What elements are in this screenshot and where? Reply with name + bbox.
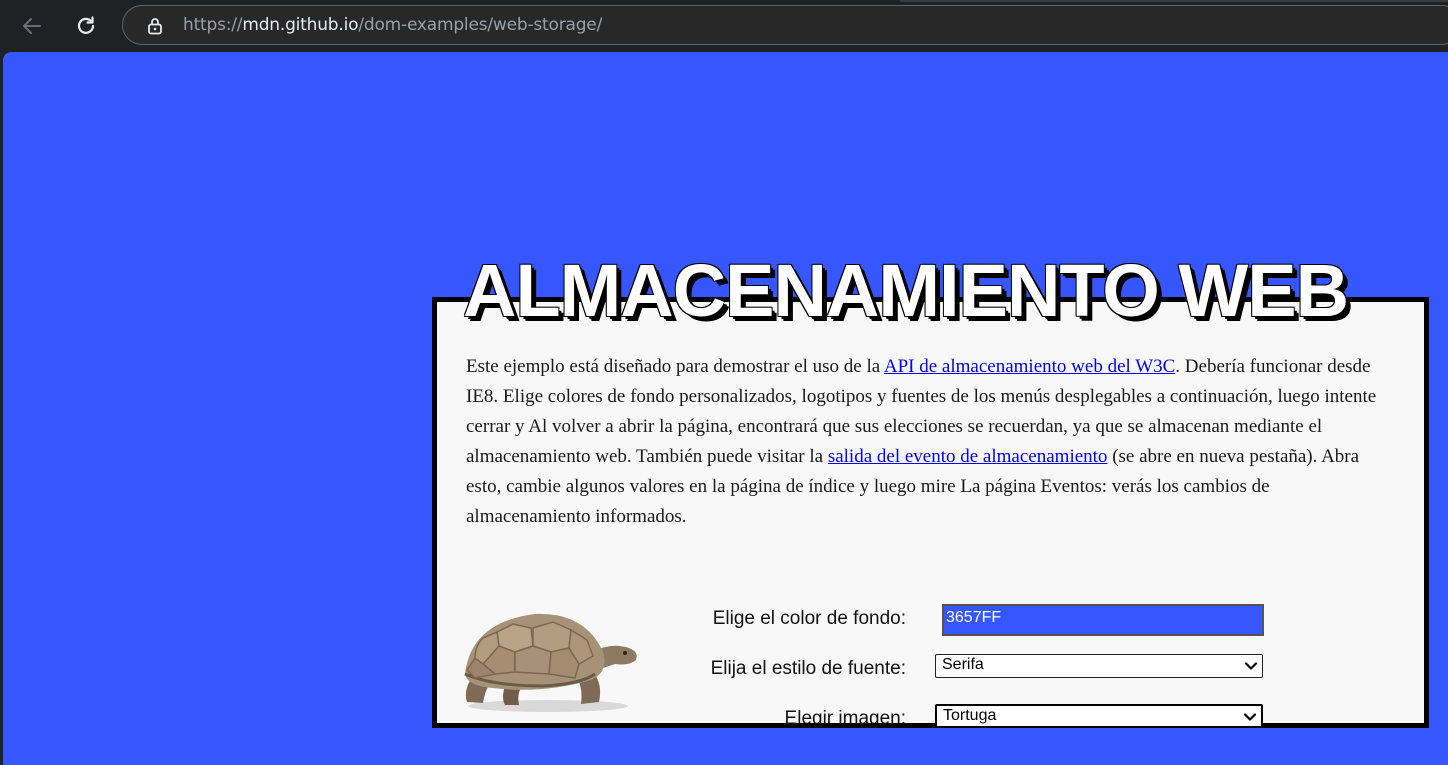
font-style-select[interactable]: Serifa	[935, 654, 1263, 678]
chevron-down-icon	[1243, 713, 1257, 721]
font-style-label: Elija el estilo de fuente:	[710, 658, 906, 679]
background-color-input[interactable]: 3657FF	[942, 604, 1264, 636]
reload-button[interactable]	[68, 8, 104, 44]
chevron-down-icon	[1244, 662, 1258, 670]
image-select[interactable]: Tortuga	[935, 704, 1263, 728]
url-path: /dom-examples/web-storage/	[358, 15, 603, 35]
image-label: Elegir imagen:	[784, 708, 906, 729]
background-color-row: Elige el color de fondo: 3657FF	[437, 604, 1434, 636]
image-row: Elegir imagen: Tortuga	[437, 704, 1434, 736]
intro-text-1: Este ejemplo está diseñado para demostra…	[466, 356, 884, 377]
image-selected-value: Tortuga	[943, 707, 997, 724]
url-scheme: https://	[183, 15, 243, 35]
url-host: mdn.github.io	[242, 15, 359, 35]
w3c-storage-api-link[interactable]: API de almacenamiento web del W3C	[884, 356, 1175, 377]
intro-paragraph: Este ejemplo está diseñado para demostra…	[466, 352, 1396, 532]
reload-icon	[77, 16, 95, 34]
page-title: ALMACENAMIENTO WEB	[463, 249, 1349, 332]
background-color-label: Elige el color de fondo:	[712, 608, 906, 629]
browser-toolbar: https://mdn.github.io/dom-examples/web-s…	[0, 0, 1448, 52]
arrow-left-icon	[23, 18, 41, 34]
font-style-row: Elija el estilo de fuente: Serifa	[437, 654, 1434, 686]
back-button[interactable]	[14, 8, 50, 44]
address-bar[interactable]: https://mdn.github.io/dom-examples/web-s…	[122, 5, 1448, 45]
lock-icon[interactable]	[145, 16, 165, 36]
url-text: https://mdn.github.io/dom-examples/web-s…	[183, 15, 602, 35]
storage-event-output-link[interactable]: salida del evento de almacenamiento	[828, 446, 1108, 467]
font-style-selected-value: Serifa	[942, 656, 984, 673]
content-panel: Este ejemplo está diseñado para demostra…	[432, 297, 1429, 729]
tab-strip-edge	[900, 0, 1448, 2]
page-viewport: ALMACENAMIENTO WEB Este ejemplo está dis…	[3, 52, 1448, 765]
